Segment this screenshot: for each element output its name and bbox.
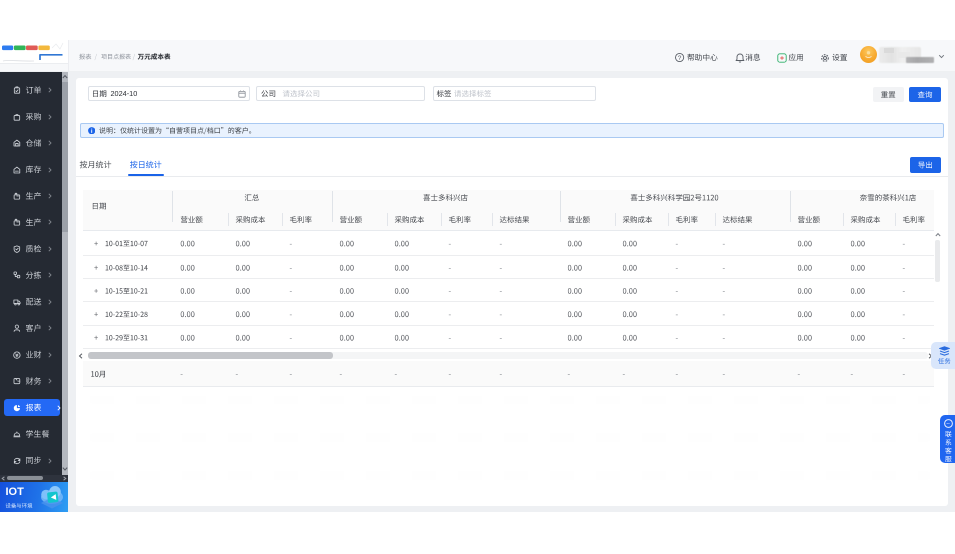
svg-text:?: ? <box>678 55 682 62</box>
